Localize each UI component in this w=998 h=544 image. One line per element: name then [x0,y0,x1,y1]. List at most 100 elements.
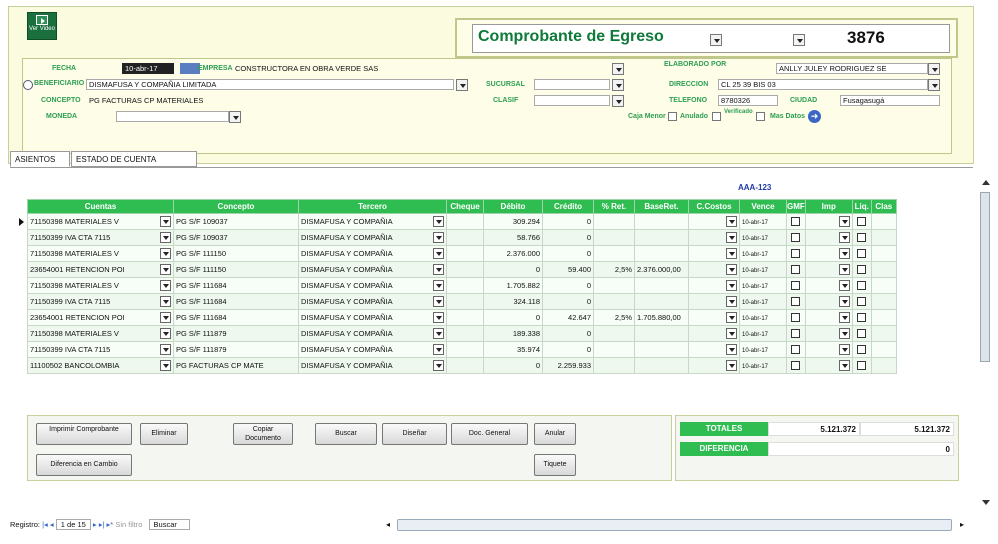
imp-cell[interactable] [804,261,853,278]
vence-cell[interactable]: 10-abr-17 [739,341,787,358]
column-header[interactable]: Crédito [542,199,594,214]
column-header[interactable]: Imp [804,199,853,214]
chevron-down-icon[interactable] [838,232,850,243]
cuenta-cell[interactable]: 71150399 IVA CTA 7115 [27,229,174,246]
scroll-up-icon[interactable] [982,180,990,185]
vence-cell[interactable]: 10-abr-17 [739,261,787,278]
checkbox[interactable] [857,345,867,355]
chevron-down-icon[interactable] [160,280,171,291]
cuenta-cell[interactable]: 71150399 IVA CTA 7115 [27,293,174,310]
mas-datos-icon[interactable]: ➜ [808,110,821,123]
clas-cell[interactable] [870,229,897,246]
debito-cell[interactable]: 35.974 [483,341,543,358]
chevron-down-icon[interactable] [160,360,171,371]
gmf-cell[interactable] [786,213,806,230]
cheque-cell[interactable] [446,341,484,358]
imp-cell[interactable] [804,277,853,294]
column-header[interactable]: C.Costos [688,199,740,214]
chevron-down-icon[interactable] [160,296,171,307]
checkbox[interactable] [857,281,867,291]
centro-costos-cell[interactable] [688,293,740,310]
chevron-down-icon[interactable] [726,296,737,307]
horizontal-scrollbar[interactable] [397,519,952,531]
credito-cell[interactable]: 0 [542,245,594,262]
liq-cell[interactable] [851,309,872,326]
debito-cell[interactable]: 0 [483,261,543,278]
liq-cell[interactable] [851,357,872,374]
base-ret-cell[interactable] [634,357,689,374]
vence-cell[interactable]: 10-abr-17 [739,213,787,230]
cuenta-cell[interactable]: 23654001 RETENCION POI [27,309,174,326]
table-row[interactable]: 71150399 IVA CTA 7115 PG S/F 111684 DISMAF… [27,293,897,310]
credito-cell[interactable]: 0 [542,229,594,246]
vertical-scrollbar[interactable] [979,180,991,505]
debito-cell[interactable]: 1.705.882 [483,277,543,294]
gmf-cell[interactable] [786,325,806,342]
table-row[interactable]: 71150399 IVA CTA 7115 PG S/F 111879 DISMAF… [27,341,897,358]
telefono-field[interactable]: 8780326 [718,95,778,106]
checkbox[interactable] [791,313,801,323]
chevron-down-icon[interactable] [838,360,850,371]
imprimir-comprobante-button[interactable]: Imprimir Comprobante [36,423,132,445]
concepto-cell[interactable]: PG S/F 111684 [173,309,299,326]
column-header[interactable]: Vence [739,199,787,214]
liq-cell[interactable] [851,325,872,342]
chevron-down-icon[interactable] [433,312,444,323]
cuenta-cell[interactable]: 71150398 MATERIALES V [27,213,174,230]
cheque-cell[interactable] [446,229,484,246]
concepto-cell[interactable]: PG S/F 111879 [173,325,299,342]
clas-cell[interactable] [870,357,897,374]
imp-cell[interactable] [804,229,853,246]
first-record-icon[interactable]: |◂ [42,520,50,529]
credito-cell[interactable]: 42.647 [542,309,594,326]
table-row[interactable]: 11100502 BANCOLOMBIA PG FACTURAS CP MATE D… [27,357,897,374]
retencion-cell[interactable] [593,213,635,230]
concepto-cell[interactable]: PG FACTURAS CP MATE [173,357,299,374]
tercero-cell[interactable]: DISMAFUSA Y COMPAÑIA [298,325,447,342]
vence-cell[interactable]: 10-abr-17 [739,357,787,374]
retencion-cell[interactable]: 2,5% [593,261,635,278]
imp-cell[interactable] [804,325,853,342]
tercero-cell[interactable]: DISMAFUSA Y COMPAÑIA [298,309,447,326]
liq-cell[interactable] [851,229,872,246]
checkbox[interactable] [857,233,867,243]
cheque-cell[interactable] [446,325,484,342]
cuenta-cell[interactable]: 23654001 RETENCION POI [27,261,174,278]
imp-cell[interactable] [804,293,853,310]
tercero-cell[interactable]: DISMAFUSA Y COMPAÑIA [298,357,447,374]
retencion-cell[interactable] [593,325,635,342]
chevron-down-icon[interactable] [160,312,171,323]
buscar-button[interactable]: Buscar [315,423,377,445]
tercero-cell[interactable]: DISMAFUSA Y COMPAÑIA [298,213,447,230]
checkbox[interactable] [857,249,867,259]
liq-cell[interactable] [851,213,872,230]
chevron-down-icon[interactable] [433,296,444,307]
ver-video-button[interactable]: Ver Video [27,12,57,40]
liq-cell[interactable] [851,341,872,358]
chevron-down-icon[interactable] [160,344,171,355]
search-icon[interactable] [23,80,33,90]
checkbox[interactable] [857,361,867,371]
base-ret-cell[interactable]: 1.705.880,00 [634,309,689,326]
centro-costos-cell[interactable] [688,229,740,246]
checkbox[interactable] [791,265,801,275]
table-row[interactable]: 71150398 MATERIALES V PG S/F 111684 DISMAF… [27,277,897,294]
column-header[interactable]: % Ret. [593,199,635,214]
beneficiario-field[interactable]: DISMAFUSA Y COMPAÑIA LIMITADA [86,79,454,90]
centro-costos-cell[interactable] [688,341,740,358]
title-dropdown-button[interactable] [710,34,722,46]
cuenta-cell[interactable]: 11100502 BANCOLOMBIA [27,357,174,374]
credito-cell[interactable]: 0 [542,341,594,358]
concepto-cell[interactable]: PG S/F 109037 [173,229,299,246]
retencion-cell[interactable] [593,357,635,374]
chevron-down-icon[interactable] [726,280,737,291]
chevron-down-icon[interactable] [433,232,444,243]
chevron-down-icon[interactable] [433,280,444,291]
vence-cell[interactable]: 10-abr-17 [739,309,787,326]
column-header[interactable]: Concepto [173,199,299,214]
chevron-down-icon[interactable] [433,328,444,339]
sucursal-field[interactable] [534,79,610,90]
scroll-thumb[interactable] [980,192,990,362]
checkbox[interactable] [791,297,801,307]
tercero-cell[interactable]: DISMAFUSA Y COMPAÑIA [298,341,447,358]
